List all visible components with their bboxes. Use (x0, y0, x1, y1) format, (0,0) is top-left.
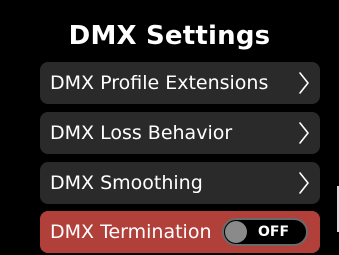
termination-toggle[interactable]: OFF (222, 218, 308, 246)
chevron-right-icon (299, 72, 309, 94)
chevron-right-icon (299, 122, 309, 144)
menu-item-label: DMX Profile Extensions (50, 72, 269, 94)
menu-item-label: DMX Termination (50, 221, 212, 243)
menu-item-dmx-profile-extensions[interactable]: DMX Profile Extensions (40, 62, 320, 104)
menu-item-dmx-loss-behavior[interactable]: DMX Loss Behavior (40, 112, 320, 154)
menu-item-dmx-smoothing[interactable]: DMX Smoothing (40, 162, 320, 204)
menu-item-label: DMX Loss Behavior (50, 122, 233, 144)
toggle-state-label: OFF (258, 224, 290, 240)
menu-item-label: DMX Smoothing (50, 172, 203, 194)
toggle-knob (225, 221, 247, 243)
menu-item-dmx-termination[interactable]: DMX Termination OFF (40, 211, 320, 253)
chevron-right-icon (299, 172, 309, 194)
page-title: DMX Settings (68, 21, 271, 51)
